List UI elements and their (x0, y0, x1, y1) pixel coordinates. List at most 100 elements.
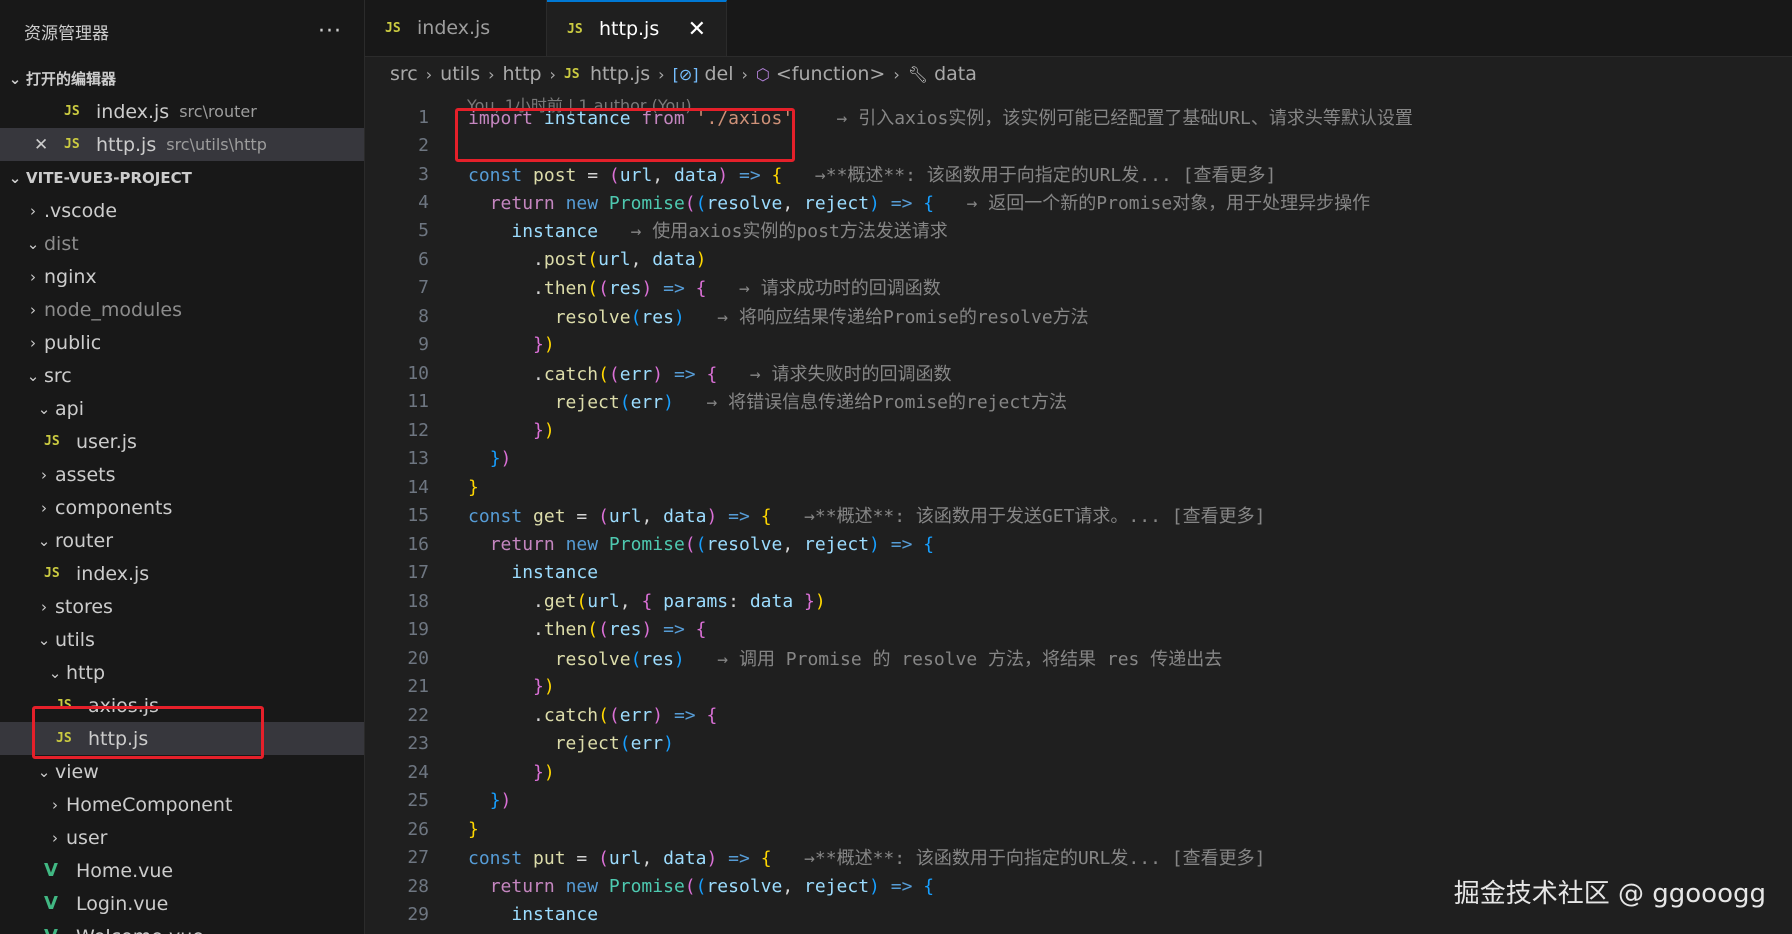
code-line: 27 const put = (url, data) => { →**概述**:… (365, 843, 1792, 871)
code-text: .post(url, data) (533, 248, 707, 270)
code-line: 20 resolve(res) → 调用 Promise 的 resolve 方… (365, 644, 1792, 672)
tree-label: user.js (76, 430, 137, 453)
tree-folder-src[interactable]: ⌄ src (0, 359, 364, 392)
close-icon[interactable]: ✕ (34, 135, 48, 155)
tree-file-index-js[interactable]: JS index.js (0, 557, 364, 590)
chevron-down-icon: ⌄ (37, 399, 51, 418)
code-text: } (468, 476, 479, 498)
line-number: 20 (407, 647, 429, 669)
tree-file-home-vue[interactable]: V Home.vue (0, 854, 364, 887)
code-text: }) (533, 675, 555, 697)
open-editor-index-js[interactable]: JS index.js src\router (0, 95, 364, 128)
breadcrumb-item[interactable]: http.js (590, 63, 650, 85)
tree-folder-stores[interactable]: › stores (0, 590, 364, 623)
breadcrumb-item[interactable]: utils (440, 63, 480, 85)
line-number: 14 (407, 476, 429, 498)
highlight-box (455, 108, 795, 162)
chevron-down-icon: ⌄ (37, 762, 51, 781)
tree-label: index.js (76, 562, 150, 585)
js-file-icon: JS (385, 20, 401, 36)
code-line: 5 instance → 使用axios实例的post方法发送请求 (365, 216, 1792, 244)
tree-label: dist (44, 232, 79, 255)
code-line: 9 }) (365, 330, 1792, 358)
open-editors-section[interactable]: ⌄ 打开的编辑器 (0, 62, 364, 95)
tree-folder-homecomponent[interactable]: › HomeComponent (0, 788, 364, 821)
tree-folder-vscode[interactable]: › .vscode (0, 194, 364, 227)
inline-hint: →**概述**: 该函数用于向指定的URL发... [查看更多] (804, 848, 1266, 869)
tree-label: view (55, 760, 99, 783)
code-line: 24 }) (365, 758, 1792, 786)
line-number: 10 (407, 362, 429, 384)
tree-folder-node-modules[interactable]: › node_modules (0, 293, 364, 326)
breadcrumb-item[interactable]: http (503, 63, 542, 85)
line-number: 25 (407, 789, 429, 811)
open-editor-http-js[interactable]: ✕ JS http.js src\utils\http (0, 128, 364, 161)
tree-folder-user[interactable]: › user (0, 821, 364, 854)
tree-folder-utils[interactable]: ⌄ utils (0, 623, 364, 656)
line-number: 19 (407, 618, 429, 640)
more-actions-button[interactable]: ··· (318, 19, 342, 44)
tab-http-js[interactable]: JS http.js ✕ (547, 0, 727, 56)
tree-folder-dist[interactable]: ⌄ dist (0, 227, 364, 260)
js-file-icon: JS (44, 434, 60, 449)
code-text: } (468, 818, 479, 840)
tab-index-js[interactable]: JS index.js (365, 0, 547, 56)
tree-folder-router[interactable]: ⌄ router (0, 524, 364, 557)
code-text: .then((res) => { → 请求成功时的回调函数 (533, 278, 941, 299)
tree-folder-assets[interactable]: › assets (0, 458, 364, 491)
chevron-right-icon: › (741, 64, 748, 84)
tree-folder-api[interactable]: ⌄ api (0, 392, 364, 425)
tree-label: assets (55, 463, 116, 486)
chevron-right-icon: › (52, 795, 58, 814)
code-text: reject(err) → 将错误信息传递给Promise的reject方法 (554, 392, 1068, 413)
line-number: 23 (407, 732, 429, 754)
breadcrumb-item[interactable]: src (390, 63, 418, 85)
line-number: 8 (418, 305, 429, 327)
line-number: 11 (407, 390, 429, 412)
tree-folder-view[interactable]: ⌄ view (0, 755, 364, 788)
line-number: 26 (407, 818, 429, 840)
line-number: 2 (418, 134, 429, 156)
chevron-right-icon: › (30, 267, 36, 286)
tree-folder-components[interactable]: › components (0, 491, 364, 524)
code-line: 21 }) (365, 672, 1792, 700)
code-line: 23 reject(err) (365, 729, 1792, 757)
tree-label: nginx (44, 265, 97, 288)
line-number: 17 (407, 561, 429, 583)
code-text: }) (489, 789, 512, 811)
tree-file-welcome-vue[interactable]: V Welcome.vue (0, 920, 364, 934)
code-editor[interactable]: You, 1小时前 | 1 author (You) 1 import inst… (365, 90, 1792, 934)
project-section[interactable]: ⌄ VITE-VUE3-PROJECT (0, 161, 364, 194)
chevron-down-icon: ⌄ (37, 531, 51, 550)
breadcrumb-item[interactable]: data (934, 63, 977, 85)
code-line: 25 }) (365, 786, 1792, 814)
tree-folder-http[interactable]: ⌄ http (0, 656, 364, 689)
chevron-down-icon: ⌄ (48, 663, 62, 682)
close-tab-button[interactable]: ✕ (688, 17, 706, 42)
tree-label: user (66, 826, 108, 849)
chevron-right-icon: › (30, 201, 36, 220)
code-line: 26 } (365, 815, 1792, 843)
inline-hint: → 将响应结果传递给Promise的resolve方法 (717, 307, 1089, 328)
breadcrumb-item[interactable]: <function> (776, 63, 885, 85)
tree-label: Home.vue (76, 859, 174, 882)
breadcrumb-item[interactable]: del (704, 63, 733, 85)
inline-hint: → 引入axios实例，该实例可能已经配置了基础URL、请求头等默认设置 (836, 108, 1413, 129)
code-line: 10 .catch((err) => { → 请求失败时的回调函数 (365, 359, 1792, 387)
cube-icon: ⬡ (755, 64, 770, 84)
wrench-icon: 🔧︎ (907, 64, 929, 84)
tree-file-user-js[interactable]: JS user.js (0, 425, 364, 458)
chevron-right-icon: › (41, 465, 47, 484)
explorer-sidebar: 资源管理器 ··· ⌄ 打开的编辑器 JS index.js src\route… (0, 0, 365, 934)
tree-folder-nginx[interactable]: › nginx (0, 260, 364, 293)
inline-hint: → 返回一个新的Promise对象，用于处理异步操作 (966, 193, 1371, 214)
inline-hint: → 请求失败时的回调函数 (749, 364, 952, 385)
code-line: 14 } (365, 473, 1792, 501)
code-text: return new Promise((resolve, reject) => … (489, 193, 1371, 214)
code-text: instance → 使用axios实例的post方法发送请求 (511, 221, 948, 242)
tree-folder-public[interactable]: › public (0, 326, 364, 359)
chevron-right-icon: › (41, 498, 47, 517)
tree-file-login-vue[interactable]: V Login.vue (0, 887, 364, 920)
inline-hint: → 将错误信息传递给Promise的reject方法 (706, 392, 1068, 413)
line-number: 12 (407, 419, 429, 441)
